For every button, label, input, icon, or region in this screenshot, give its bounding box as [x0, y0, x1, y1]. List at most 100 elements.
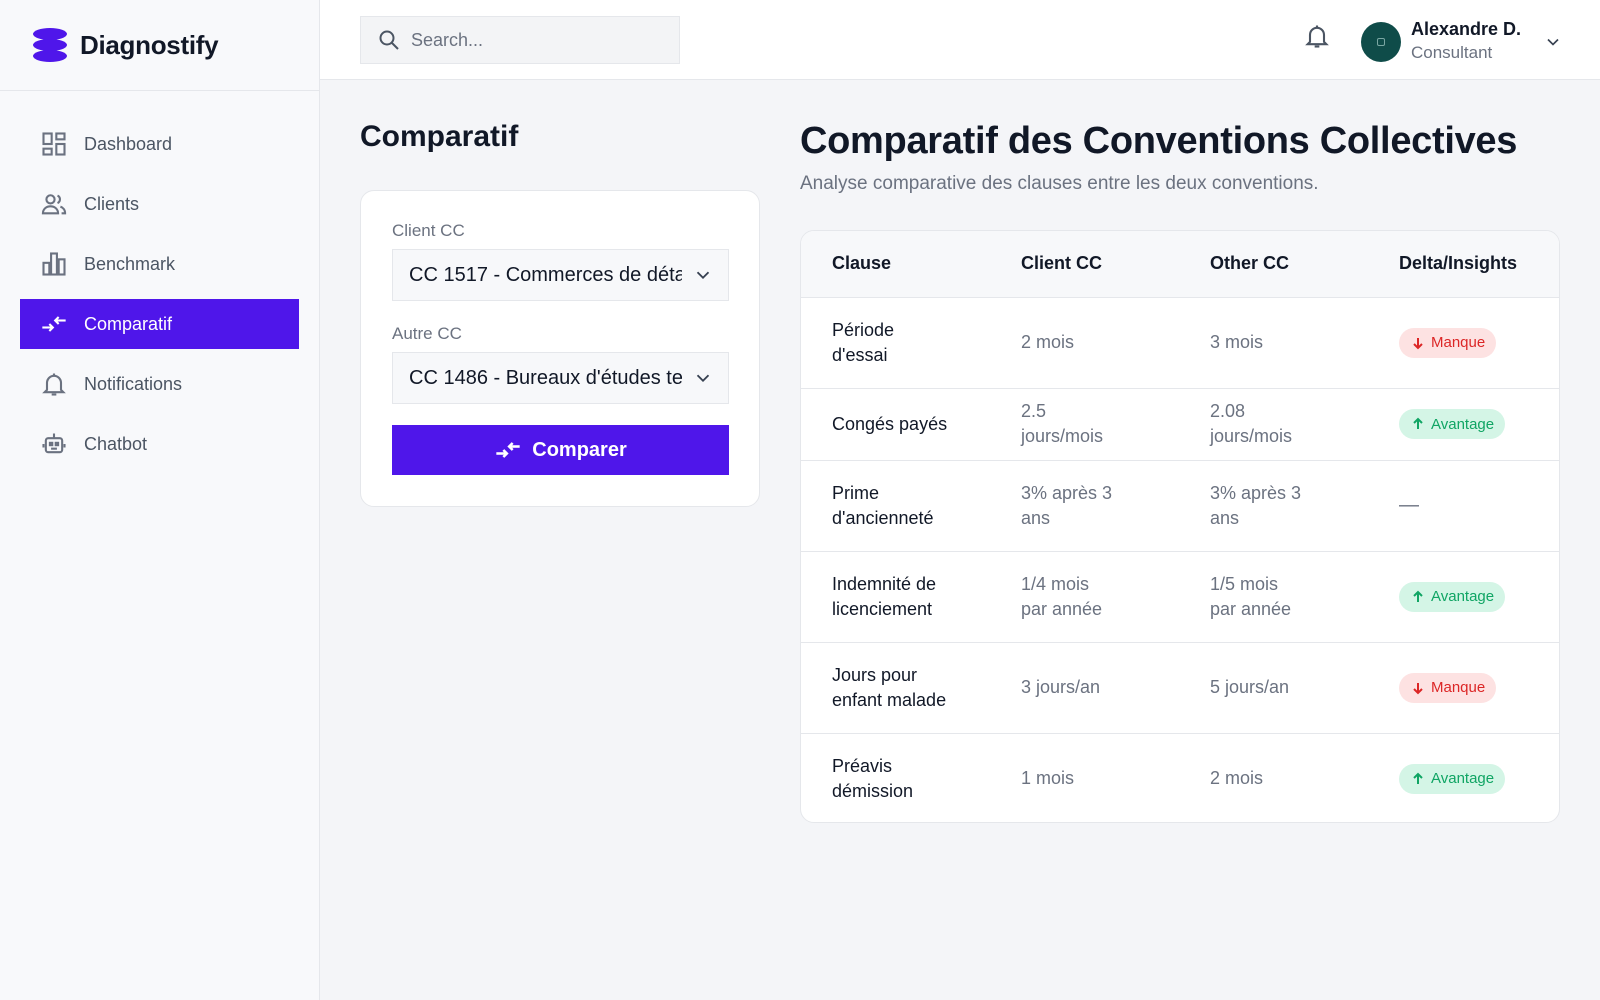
user-name: Alexandre D.	[1411, 19, 1522, 39]
column-header-delta: Delta/Insights	[1399, 253, 1518, 274]
user-menu[interactable]: Alexandre D. Consultant	[1361, 18, 1563, 66]
delta-cell: Avantage	[1368, 550, 1559, 642]
client-cc-label: Client CC	[392, 221, 465, 240]
user-role: Consultant	[1411, 43, 1493, 62]
table-row: Indemnité de licenciement 1/4 mois par a…	[801, 550, 1559, 642]
client-cc-cell: 1/4 mois par année	[990, 550, 1179, 642]
badge-label: Manque	[1431, 679, 1486, 696]
sidebar-item-clients[interactable]: Clients	[20, 179, 299, 229]
client-cc-select[interactable]: CC 1517 - Commerces de détail non alimen…	[392, 249, 729, 301]
compare-arrows-icon	[496, 442, 520, 458]
search-input[interactable]	[411, 29, 661, 51]
sidebar-item-label: Benchmark	[84, 253, 176, 274]
brand-name: Diagnostify	[80, 29, 219, 60]
robot-icon	[42, 433, 66, 454]
search-icon	[379, 30, 399, 50]
sidebar-item-chatbot[interactable]: Chatbot	[20, 419, 299, 469]
sidebar-nav: Dashboard Clients Benchmark Comparatif N…	[0, 91, 319, 469]
badge-label: Manque	[1431, 334, 1486, 351]
badge-label: Avantage	[1431, 770, 1495, 788]
other-cc-label: Autre CC	[392, 324, 462, 343]
comparison-table: Clause Client CC Other CC Delta/Insights…	[801, 231, 1559, 822]
other-cc-cell: 2.08 jours/mois	[1179, 387, 1368, 460]
clause-cell: Indemnité de licenciement	[801, 550, 990, 642]
user-info: Alexandre D. Consultant	[1411, 18, 1521, 66]
sidebar-item-label: Comparatif	[84, 313, 173, 334]
chevron-down-icon	[696, 271, 710, 280]
delta-cell: —	[1368, 459, 1559, 551]
badge-label: Avantage	[1431, 588, 1495, 605]
status-badge: Manque	[1399, 672, 1497, 703]
bell-icon	[42, 373, 66, 396]
sidebar-item-label: Dashboard	[84, 133, 173, 154]
sidebar-item-benchmark[interactable]: Benchmark	[20, 239, 299, 289]
table-header-row: Clause Client CC Other CC Delta/Insights	[801, 231, 1559, 297]
clause-cell: Préavis démission	[801, 732, 990, 822]
compare-button-label: Comparer	[532, 438, 627, 461]
column-header-client-cc: Client CC	[1021, 253, 1102, 274]
clause-cell: Jours pour enfant malade	[801, 641, 990, 733]
client-cc-cell: 2 mois	[990, 296, 1179, 388]
status-badge: Manque	[1399, 327, 1497, 358]
avatar	[1361, 22, 1401, 62]
other-cc-cell: 3% après 3 ans	[1179, 459, 1368, 551]
comparison-table-card: Clause Client CC Other CC Delta/Insights…	[800, 230, 1560, 823]
status-badge: Avantage	[1399, 763, 1506, 794]
status-badge: Avantage	[1399, 409, 1506, 439]
arrow-up-icon	[1413, 590, 1423, 602]
delta-cell: Avantage	[1368, 732, 1559, 822]
arrow-up-icon	[1413, 772, 1423, 784]
other-cc-select[interactable]: CC 1486 - Bureaux d'études techniques	[392, 352, 729, 404]
sidebar-item-comparatif[interactable]: Comparatif	[20, 299, 299, 349]
chevron-down-icon	[1547, 38, 1559, 46]
sidebar: Diagnostify Dashboard Clients Benchmark …	[0, 0, 320, 1000]
top-header: Alexandre D. Consultant	[320, 0, 1600, 80]
bell-icon	[1305, 25, 1329, 48]
bar-chart-icon	[42, 252, 66, 276]
brand[interactable]: Diagnostify	[0, 0, 319, 91]
compare-panel-title: Comparatif	[360, 120, 519, 153]
client-cc-cell: 3% après 3 ans	[990, 459, 1179, 551]
table-row: Préavis démission 1 mois 2 mois Avantage	[801, 732, 1559, 822]
compare-arrows-icon	[42, 316, 66, 332]
other-cc-value: CC 1486 - Bureaux d'études techniques	[409, 366, 682, 389]
arrow-down-icon	[1413, 682, 1423, 694]
client-cc-value: CC 1517 - Commerces de détail non alimen…	[409, 263, 682, 286]
sidebar-item-notifications[interactable]: Notifications	[20, 359, 299, 409]
table-row: Congés payés 2.5 jours/mois 2.08 jours/m…	[801, 387, 1559, 460]
sidebar-item-label: Notifications	[84, 373, 183, 394]
sidebar-item-dashboard[interactable]: Dashboard	[20, 119, 299, 169]
arrow-down-icon	[1413, 337, 1423, 349]
chevron-down-icon	[696, 374, 710, 383]
badge-label: Avantage	[1431, 415, 1495, 433]
users-icon	[41, 194, 67, 215]
delta-cell: Manque	[1368, 296, 1559, 388]
delta-cell: Manque	[1368, 641, 1559, 733]
client-cc-cell: 3 jours/an	[990, 641, 1179, 733]
column-header-other-cc: Other CC	[1210, 253, 1290, 274]
notifications-button[interactable]	[1303, 22, 1333, 52]
clause-cell: Période d'essai	[801, 296, 990, 388]
clause-cell: Congés payés	[801, 387, 990, 460]
sidebar-item-label: Chatbot	[84, 433, 148, 454]
table-row: Prime d'ancienneté 3% après 3 ans 3% apr…	[801, 459, 1559, 551]
page-title: Comparatif des Conventions Collectives	[800, 120, 1518, 162]
client-cc-cell: 1 mois	[990, 732, 1179, 822]
dashboard-icon	[42, 132, 66, 156]
delta-cell: Avantage	[1368, 387, 1559, 460]
brand-logo-icon	[33, 28, 67, 62]
sidebar-item-label: Clients	[84, 193, 140, 214]
search-box[interactable]	[360, 16, 680, 64]
arrow-up-icon	[1413, 417, 1423, 429]
no-delta-indicator: —	[1399, 494, 1419, 516]
compare-form-card: Client CC CC 1517 - Commerces de détail …	[360, 190, 760, 507]
status-badge: Avantage	[1399, 581, 1506, 612]
other-cc-cell: 5 jours/an	[1179, 641, 1368, 733]
other-cc-cell: 3 mois	[1179, 296, 1368, 388]
client-cc-cell: 2.5 jours/mois	[990, 387, 1179, 460]
table-row: Jours pour enfant malade 3 jours/an 5 jo…	[801, 641, 1559, 733]
other-cc-cell: 2 mois	[1179, 732, 1368, 822]
other-cc-cell: 1/5 mois par année	[1179, 550, 1368, 642]
compare-button[interactable]: Comparer	[392, 425, 729, 475]
clause-cell: Prime d'ancienneté	[801, 459, 990, 551]
